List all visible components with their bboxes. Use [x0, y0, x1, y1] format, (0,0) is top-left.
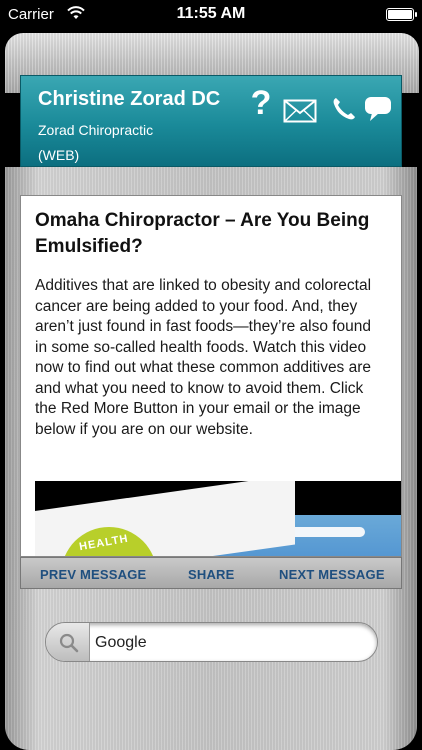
- status-bar: Carrier 11:55 AM: [0, 0, 422, 30]
- clock: 11:55 AM: [176, 5, 246, 22]
- message-toolbar: PREV MESSAGE SHARE NEXT MESSAGE: [20, 557, 402, 589]
- prev-message-button[interactable]: PREV MESSAGE: [40, 567, 146, 582]
- mail-icon[interactable]: [283, 94, 317, 128]
- search-icon[interactable]: [46, 623, 90, 661]
- article-title: Omaha Chiropractor – Are You Being Emuls…: [35, 210, 370, 257]
- search-value: Google: [95, 634, 147, 651]
- share-button[interactable]: SHARE: [188, 567, 235, 582]
- article-body: Additives that are linked to obesity and…: [35, 277, 372, 438]
- video-cloud: [285, 527, 365, 537]
- battery-icon: [386, 8, 417, 21]
- next-message-button[interactable]: NEXT MESSAGE: [279, 567, 385, 582]
- contact-name: Christine Zorad DC: [38, 88, 221, 110]
- phone-icon[interactable]: [327, 92, 361, 126]
- chat-icon[interactable]: [363, 93, 397, 127]
- contact-organization: Zorad Chiropractic: [38, 122, 154, 138]
- contact-header: Christine Zorad DC Zorad Chiropractic (W…: [20, 75, 402, 167]
- search-input[interactable]: Google: [45, 622, 378, 662]
- contact-source-type: (WEB): [38, 147, 80, 163]
- health-badge-text: HEALTH: [78, 532, 130, 554]
- question-icon[interactable]: ?: [244, 84, 278, 122]
- message-content[interactable]: Omaha Chiropractor – Are You Being Emuls…: [20, 195, 402, 557]
- video-thumbnail[interactable]: HEALTH: [35, 481, 401, 556]
